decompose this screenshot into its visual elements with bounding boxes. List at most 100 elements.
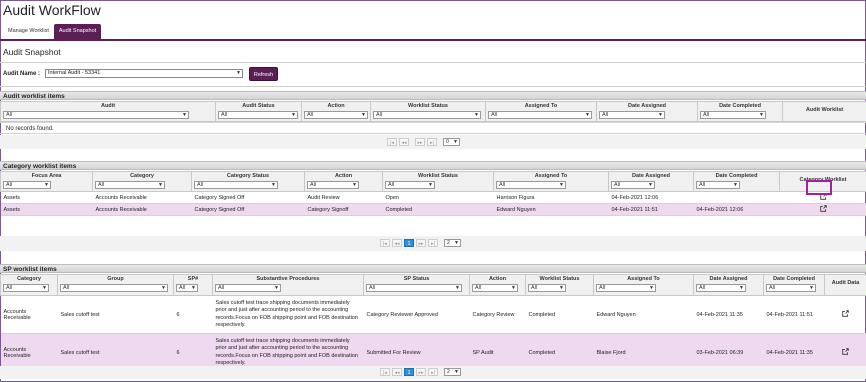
column-header: Assigned To All ▼ (485, 101, 597, 122)
chevron-down-icon: ▼ (44, 182, 49, 188)
audit-worklist-table: Audit All ▼ Audit Status All ▼ Action All ▼ Wo… (0, 101, 866, 122)
filter-date-assigned[interactable]: All ▼ (611, 181, 655, 189)
chevron-down-icon: ▼ (352, 182, 357, 188)
audit-name-select[interactable]: Internal Audit - 53341 ▼ (45, 69, 243, 78)
category-pager: |◂ ◂◂ 1 ▸▸ ▸| 2 ▼ (380, 239, 461, 247)
page-size-select[interactable]: 0 ▼ (443, 138, 460, 146)
external-link-icon[interactable] (842, 348, 849, 355)
chevron-down-icon: ▼ (182, 112, 187, 118)
first-page-icon[interactable]: |◂ (380, 368, 390, 376)
chevron-down-icon: ▼ (271, 182, 276, 188)
chevron-down-icon: ▼ (739, 285, 744, 291)
chevron-down-icon: ▼ (649, 285, 654, 291)
first-page-icon[interactable]: |◂ (380, 239, 390, 247)
filter-sp-number[interactable]: All ▼ (176, 284, 198, 292)
chevron-down-icon: ▼ (361, 112, 366, 118)
filter-action[interactable]: All ▼ (472, 284, 518, 292)
chevron-down-icon: ▼ (454, 240, 459, 246)
chevron-down-icon: ▼ (161, 285, 166, 291)
first-page-icon[interactable]: |◂ (387, 138, 397, 146)
divider (0, 62, 866, 63)
filter-category[interactable]: All ▼ (3, 284, 49, 292)
last-page-icon[interactable]: ▸| (428, 368, 438, 376)
column-header: Audit Status All ▼ (215, 101, 302, 122)
page-number[interactable]: 1 (404, 368, 414, 376)
chevron-down-icon: ▼ (236, 70, 241, 76)
filter-category[interactable]: All ▼ (95, 181, 165, 189)
filter-focus-area[interactable]: All ▼ (3, 181, 51, 189)
column-header: Audit All ▼ (0, 101, 216, 122)
prev-page-icon[interactable]: ◂◂ (392, 368, 402, 376)
filter-worklist-status[interactable]: All ▼ (385, 181, 435, 189)
filter-sp-status[interactable]: All ▼ (366, 284, 462, 292)
table-header-row: Audit All ▼ Audit Status All ▼ Action All ▼ Wo… (0, 101, 866, 122)
page-size-select[interactable]: 2 ▼ (444, 239, 461, 247)
tab-manage-worklist[interactable]: Manage Worklist (3, 24, 54, 39)
prev-page-icon[interactable]: ◂◂ (399, 138, 409, 146)
chevron-down-icon: ▼ (559, 182, 564, 188)
sp-pager: |◂ ◂◂ 1 ▸▸ ▸| 2 ▼ (380, 368, 461, 376)
table-row[interactable]: Assets Accounts Receivable Category Sign… (0, 191, 866, 204)
filter-assigned-to[interactable]: All ▼ (496, 181, 566, 189)
table-row[interactable]: Assets Accounts Receivable Category Sign… (0, 203, 866, 216)
filter-action[interactable]: All ▼ (307, 181, 359, 189)
filter-date-completed[interactable]: All ▼ (766, 284, 816, 292)
page-title: Audit Snapshot (3, 47, 61, 57)
chevron-down-icon: ▼ (274, 285, 279, 291)
table-row[interactable]: Accounts Receivable Sales cutoff test 6 … (0, 295, 866, 334)
chevron-down-icon: ▼ (291, 112, 296, 118)
last-page-icon[interactable]: ▸| (427, 138, 437, 146)
filter-worklist-status[interactable]: All ▼ (373, 111, 481, 119)
filter-date-assigned[interactable]: All ▼ (696, 284, 746, 292)
page-size-select[interactable]: 2 ▼ (444, 368, 461, 376)
external-link-icon[interactable] (819, 205, 827, 212)
filter-substantive-procedures[interactable]: All ▼ (215, 284, 281, 292)
chevron-down-icon: ▼ (585, 112, 590, 118)
filter-audit[interactable]: All ▼ (3, 111, 189, 119)
external-link-icon[interactable] (842, 310, 849, 317)
chevron-down-icon: ▼ (428, 182, 433, 188)
chevron-down-icon: ▼ (454, 369, 459, 375)
last-page-icon[interactable]: ▸| (428, 239, 438, 247)
table-header-row: Focus Area All ▼ Category All ▼ Category Sta… (0, 171, 866, 192)
chevron-down-icon: ▼ (511, 285, 516, 291)
prev-page-icon[interactable]: ◂◂ (392, 239, 402, 247)
filter-category-status[interactable]: All ▼ (194, 181, 278, 189)
column-header: Worklist Status All ▼ (370, 101, 486, 122)
filter-worklist-status[interactable]: All ▼ (528, 284, 566, 292)
chevron-down-icon: ▼ (658, 112, 663, 118)
filter-group[interactable]: All ▼ (60, 284, 168, 292)
category-worklist-table: Focus Area All ▼ Category All ▼ Category Sta… (0, 171, 866, 216)
nav-tabs: Manage Worklist Audit Snapshot (3, 24, 102, 39)
filter-date-assigned[interactable]: All ▼ (599, 111, 665, 119)
next-page-icon[interactable]: ▸▸ (416, 239, 426, 247)
tab-audit-snapshot[interactable]: Audit Snapshot (53, 24, 102, 39)
app-title: Audit WorkFlow (3, 2, 101, 18)
audit-worklist-title: Audit worklist items (0, 91, 866, 100)
column-header: Audit Worklist (782, 101, 866, 122)
audit-name-value: Internal Audit - 53341 (48, 70, 101, 76)
column-header: Date Assigned All ▼ (596, 101, 698, 122)
column-header: Date Completed All ▼ (697, 101, 783, 122)
refresh-button[interactable]: Refresh (249, 67, 278, 81)
empty-state: No records found. (0, 122, 866, 134)
category-worklist-title: Category worklist items (0, 161, 866, 170)
table-header-row: Category All ▼ Group All ▼ SP# All ▼ Substanti… (0, 274, 866, 296)
highlight-annotation (806, 180, 832, 195)
chevron-down-icon: ▼ (559, 285, 564, 291)
audit-pager: |◂ ◂◂ ▸▸ ▸| 0 ▼ (387, 138, 460, 146)
filter-action[interactable]: All ▼ (304, 111, 368, 119)
filter-audit-status[interactable]: All ▼ (218, 111, 298, 119)
filter-date-completed[interactable]: All ▼ (700, 111, 766, 119)
column-header: Action All ▼ (301, 101, 371, 122)
chevron-down-icon: ▼ (759, 112, 764, 118)
next-page-icon[interactable]: ▸▸ (415, 138, 425, 146)
next-page-icon[interactable]: ▸▸ (416, 368, 426, 376)
filter-assigned-to[interactable]: All ▼ (596, 284, 656, 292)
filter-assigned-to[interactable]: All ▼ (488, 111, 592, 119)
page-number[interactable]: 1 (404, 239, 414, 247)
sp-worklist-title: SP worklist items (0, 264, 866, 273)
tab-underline (0, 39, 866, 41)
filter-date-completed[interactable]: All ▼ (696, 181, 740, 189)
chevron-down-icon: ▼ (809, 285, 814, 291)
